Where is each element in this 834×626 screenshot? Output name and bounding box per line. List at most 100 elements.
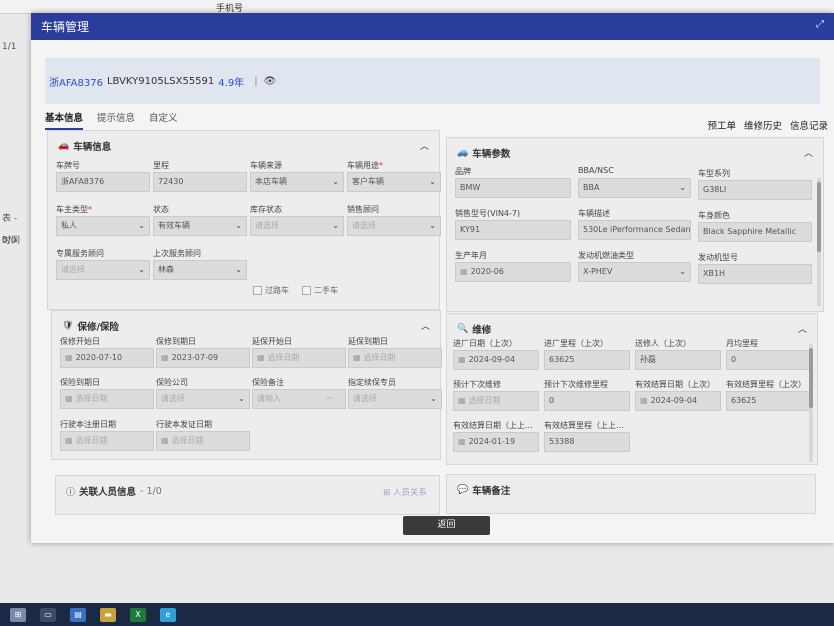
mileage-input[interactable]: 72430 — [153, 172, 247, 192]
ext-start-input[interactable]: ▦ 选择日期 — [252, 348, 346, 368]
summary-separator: | — [254, 75, 258, 87]
collapse-icon[interactable]: ︿ — [420, 139, 429, 152]
eye-icon[interactable]: 👁 — [264, 76, 277, 87]
panel-title: 🚗 车辆信息 — [58, 141, 112, 153]
brand-input[interactable]: BMW — [455, 178, 571, 198]
panel-title: ⓘ 关联人员信息 - 1/0 — [66, 485, 162, 499]
calculator-icon[interactable]: ▤ — [70, 607, 86, 622]
color-input[interactable]: Black Sapphire Metallic — [698, 222, 812, 242]
calendar-icon: ▦ — [460, 267, 468, 276]
summary-plate: 浙AFA8376 — [49, 77, 103, 89]
sales-model-input[interactable]: KY91 — [455, 220, 571, 240]
calendar-icon: ▦ — [353, 353, 361, 362]
calendar-icon: ▦ — [161, 353, 169, 362]
warranty-start-input[interactable]: ▦ 2020-07-10 — [60, 348, 154, 368]
passing-car-checkbox[interactable]: 过路车 — [253, 285, 289, 296]
series-input[interactable]: G38LI — [698, 180, 812, 200]
chevron-down-icon: ⌄ — [332, 221, 339, 230]
tab-custom[interactable]: 自定义 — [149, 110, 178, 130]
background-time-label: 时间 — [2, 236, 21, 246]
shield-icon: 🛡 — [62, 321, 74, 331]
panel-title: 🛡 保修/保险 — [62, 321, 119, 333]
chevron-down-icon: ⌄ — [679, 183, 686, 192]
valid-date2-input[interactable]: ▦ 2024-01-19 — [453, 432, 539, 452]
params-scroll-thumb[interactable] — [817, 182, 821, 252]
ins-note-field: 保险备注 请输入 ··· — [252, 377, 346, 409]
valid-mileage-input[interactable]: 63625 — [726, 391, 812, 411]
maintenance-panel: 🔍 维修 ︿ 进厂日期（上次） ▦ 2024-09-04 进厂里程（上次） 6362… — [446, 313, 818, 465]
ins-end-field: 保险到期日 ▦ 选择日期 — [60, 377, 154, 409]
chevron-down-icon: ⌄ — [138, 265, 145, 274]
plate-input[interactable]: 浙AFA8376 — [56, 172, 150, 192]
ins-note-input[interactable]: 请输入 ··· — [252, 389, 346, 409]
ext-end-input[interactable]: ▦ 选择日期 — [348, 348, 442, 368]
renew-staff-select[interactable]: 请选择 ⌄ — [348, 389, 442, 409]
next-mileage-input[interactable]: 0 — [544, 391, 630, 411]
chevron-down-icon: ⌄ — [430, 394, 437, 403]
last-in-mileage-input[interactable]: 63625 — [544, 350, 630, 370]
sales-model-field: 销售型号(VIN4-7) KY91 — [455, 208, 571, 240]
fuel-type-select[interactable]: X-PHEV ⌄ — [578, 262, 691, 282]
task-view-icon[interactable]: ▭ — [40, 607, 56, 622]
back-button[interactable]: 返回 — [403, 516, 490, 535]
car-icon: 🚙 — [457, 148, 469, 158]
modal-title: 车辆管理 — [41, 20, 90, 34]
search-icon: 🔍 — [457, 324, 469, 334]
valid-mileage-field: 有效结算里程（上次） 63625 — [726, 379, 812, 411]
ins-company-field: 保险公司 请选择 ⌄ — [156, 377, 250, 409]
collapse-icon[interactable]: ︿ — [804, 146, 813, 159]
usage-select[interactable]: 客户车辆 ⌄ — [347, 172, 441, 192]
panel-title: 🚙 车辆参数 — [457, 148, 511, 160]
bba-select[interactable]: BBA ⌄ — [578, 178, 691, 198]
service-advisor-select[interactable]: 请选择 ⌄ — [56, 260, 150, 280]
last-advisor-field: 上次服务顾问 林森 ⌄ — [153, 248, 247, 280]
last-in-date-input[interactable]: ▦ 2024-09-04 — [453, 350, 539, 370]
link-pre-order[interactable]: 预工单 — [707, 118, 736, 132]
edge-icon[interactable]: e — [160, 607, 176, 622]
prod-date-field: 生产年月 ▦ 2020-06 — [455, 250, 571, 282]
calendar-icon: ▦ — [65, 353, 73, 362]
ins-company-select[interactable]: 请选择 ⌄ — [156, 389, 250, 409]
monthly-mileage-input[interactable]: 0 — [726, 350, 812, 370]
valid-mileage2-field: 有效结算里程（上上... 53388 — [544, 420, 630, 452]
summary-age: 4.9年 — [218, 77, 245, 89]
warranty-end-field: 保修到期日 ▦ 2023-07-09 — [156, 336, 250, 368]
valid-date-input[interactable]: ▦ 2024-09-04 — [635, 391, 721, 411]
renew-staff-field: 指定续保专员 请选择 ⌄ — [348, 377, 442, 409]
color-field: 车身颜色 Black Sapphire Metallic — [698, 210, 812, 242]
link-repair-history[interactable]: 维修历史 — [744, 118, 782, 132]
status-select[interactable]: 有效车辆 ⌄ — [153, 216, 247, 236]
ins-end-input[interactable]: ▦ 选择日期 — [60, 389, 154, 409]
header-links: 预工单 维修历史 信息记录 — [707, 118, 828, 132]
add-relation-link[interactable]: ⊞ 人员关系 — [383, 486, 427, 498]
last-sender-input[interactable]: 孙磊 — [635, 350, 721, 370]
tab-basic-info[interactable]: 基本信息 — [45, 110, 84, 130]
insurance-panel: 🛡 保修/保险 ︿ 保修开始日 ▦ 2020-07-10 保修到期日 ▦ 2023-0… — [51, 310, 442, 460]
prod-date-input[interactable]: ▦ 2020-06 — [455, 262, 571, 282]
issue-date-input[interactable]: ▦ 选择日期 — [156, 431, 250, 451]
collapse-icon[interactable]: ︿ — [798, 322, 807, 335]
vehicle-desc-input[interactable]: 530Le iPerformance Sedan Li — [578, 220, 691, 240]
chevron-down-icon: ⌄ — [138, 221, 145, 230]
start-icon[interactable]: ⊞ — [10, 607, 26, 622]
stock-status-select[interactable]: 请选择 ⌄ — [250, 216, 344, 236]
collapse-icon[interactable]: ︿ — [421, 319, 430, 332]
sales-advisor-select[interactable]: 请选择 ⌄ — [347, 216, 441, 236]
owner-type-select[interactable]: 私人 ⌄ — [56, 216, 150, 236]
maximize-icon[interactable]: ⤢ — [816, 19, 824, 30]
warranty-end-input[interactable]: ▦ 2023-07-09 — [156, 348, 250, 368]
tab-hint-info[interactable]: 提示信息 — [97, 110, 135, 130]
last-advisor-select[interactable]: 林森 ⌄ — [153, 260, 247, 280]
maintenance-scroll-thumb[interactable] — [809, 348, 813, 408]
valid-mileage2-input[interactable]: 53388 — [544, 432, 630, 452]
used-car-checkbox[interactable]: 二手车 — [302, 285, 338, 296]
engine-input[interactable]: XB1H — [698, 264, 812, 284]
link-info-record[interactable]: 信息记录 — [790, 118, 828, 132]
folder-icon[interactable]: ▬ — [100, 607, 116, 622]
next-date-input[interactable]: ▦ 选择日期 — [453, 391, 539, 411]
reg-date-input[interactable]: ▦ 选择日期 — [60, 431, 154, 451]
vehicle-info-panel: 🚗 车辆信息 ︿ 车牌号 浙AFA8376 里程 72430 车辆来源 本店车辆 ⌄… — [47, 130, 441, 310]
source-select[interactable]: 本店车辆 ⌄ — [250, 172, 344, 192]
ext-end-field: 延保到期日 ▦ 选择日期 — [348, 336, 442, 368]
excel-icon[interactable]: X — [130, 607, 146, 622]
